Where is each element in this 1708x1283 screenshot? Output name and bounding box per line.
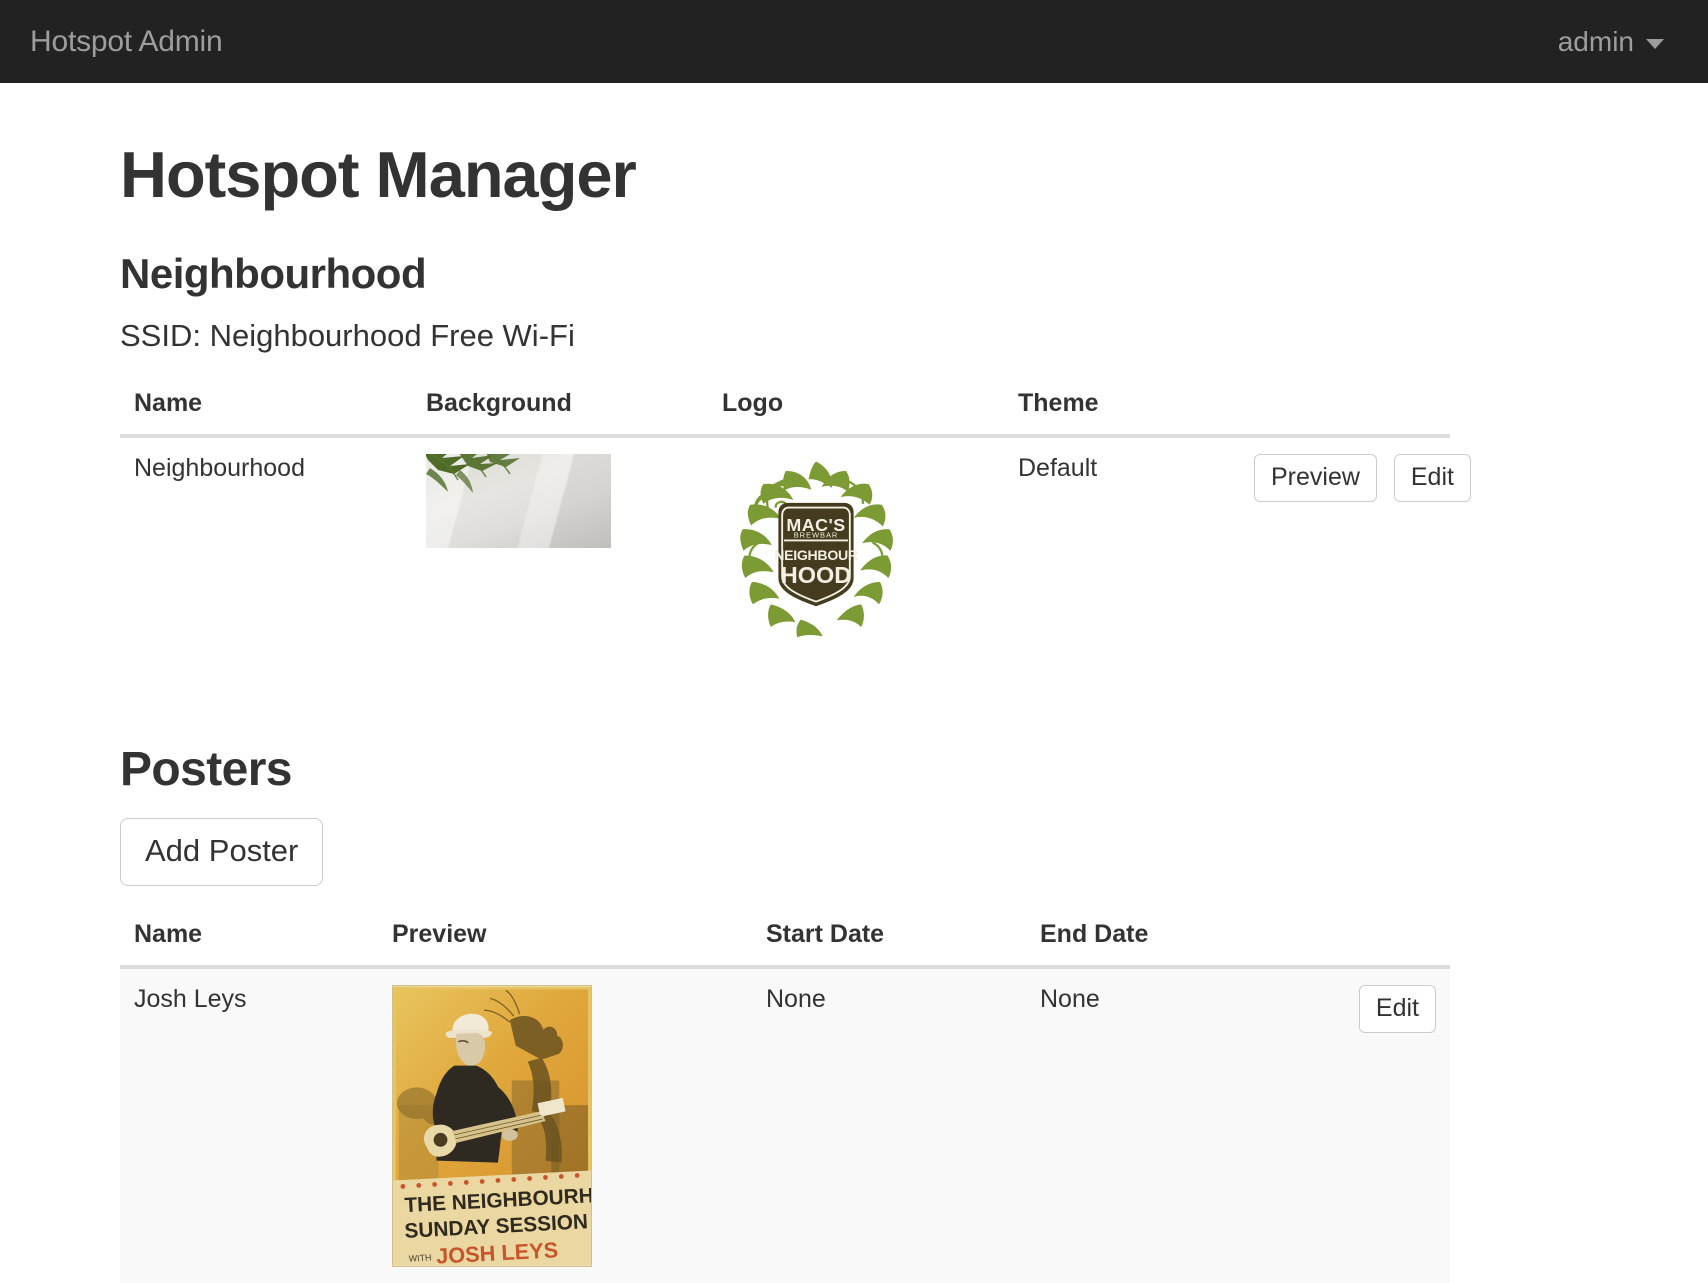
posters-heading: Posters <box>120 742 292 796</box>
poster-actions-cell: Edit <box>1306 967 1450 1283</box>
main-container: Hotspot Manager Neighbourhood SSID: Neig… <box>0 138 1708 1283</box>
column-header-name: Name <box>120 378 412 438</box>
hotspot-logo-cell: MAC'S BREWBAR NEIGHBOUR HOOD <box>708 436 1004 658</box>
edit-hotspot-button[interactable]: Edit <box>1393 453 1471 502</box>
navbar-username: admin <box>1557 25 1634 57</box>
poster-end-date-cell: None <box>1040 984 1100 1013</box>
posters-table: Name Preview Start Date End Date Josh Le… <box>120 909 1450 1283</box>
column-header-start-date: Start Date <box>752 909 1026 969</box>
svg-text:NEIGHBOUR: NEIGHBOUR <box>774 547 858 563</box>
svg-text:JOSH LEYS: JOSH LEYS <box>436 1237 559 1267</box>
macs-brewbar-neighbourhood-logo[interactable]: MAC'S BREWBAR NEIGHBOUR HOOD <box>722 454 910 642</box>
hotspot-theme-cell: Default <box>1018 453 1098 482</box>
svg-text:BREWBAR: BREWBAR <box>794 530 839 539</box>
column-header-background: Background <box>412 378 708 438</box>
hotspot-actions-cell: Preview Edit <box>1240 436 1471 658</box>
table-header-row: Name Preview Start Date End Date <box>120 909 1450 969</box>
column-header-logo: Logo <box>708 378 1004 438</box>
table-header-row: Name Background Logo Theme <box>120 378 1450 438</box>
add-poster-wrapper: Add Poster <box>120 818 1588 886</box>
background-image-thumbnail[interactable] <box>426 453 611 548</box>
page-title: Hotspot Manager <box>120 138 637 211</box>
poster-name-cell: Josh Leys <box>134 984 247 1013</box>
add-poster-button[interactable]: Add Poster <box>120 818 324 886</box>
preview-button[interactable]: Preview <box>1254 453 1377 502</box>
svg-text:WITH: WITH <box>408 1252 431 1263</box>
top-navbar: Hotspot Admin admin <box>0 0 1708 83</box>
foliage-overlay-icon <box>426 453 520 493</box>
column-header-end-date: End Date <box>1026 909 1306 969</box>
navbar-user-menu[interactable]: admin <box>1557 25 1678 57</box>
table-row: Josh Leys THE NEIGHBOURHOOD SUNDAY SESSI… <box>120 966 1450 1283</box>
poster-start-date-cell: None <box>766 984 826 1013</box>
poster-preview-cell: THE NEIGHBOURHOOD SUNDAY SESSION WITH JO… <box>378 967 752 1283</box>
table-row: Neighbourhood MAC'S BREWBAR NEIGHBOUR HO… <box>120 436 1471 658</box>
hotspot-name-cell: Neighbourhood <box>134 453 305 482</box>
navbar-brand[interactable]: Hotspot Admin <box>30 26 223 57</box>
hotspot-background-cell <box>412 436 708 658</box>
edit-poster-button[interactable]: Edit <box>1358 984 1436 1033</box>
ssid-label: SSID: Neighbourhood Free Wi-Fi <box>120 318 575 354</box>
posters-section: Posters Add Poster Name Preview Start Da… <box>120 742 1588 1283</box>
column-header-theme: Theme <box>1004 378 1240 438</box>
column-header-actions <box>1240 378 1450 438</box>
column-header-preview: Preview <box>378 909 752 969</box>
column-header-name: Name <box>120 909 378 969</box>
hotspot-name-heading: Neighbourhood <box>120 250 427 298</box>
svg-text:HOOD: HOOD <box>781 561 852 587</box>
hotspot-table: Name Background Logo Theme Neighbourhood <box>120 378 1471 658</box>
chevron-down-icon <box>1646 38 1664 49</box>
column-header-actions <box>1306 909 1450 969</box>
josh-leys-poster-thumbnail[interactable]: THE NEIGHBOURHOOD SUNDAY SESSION WITH JO… <box>392 984 592 1267</box>
